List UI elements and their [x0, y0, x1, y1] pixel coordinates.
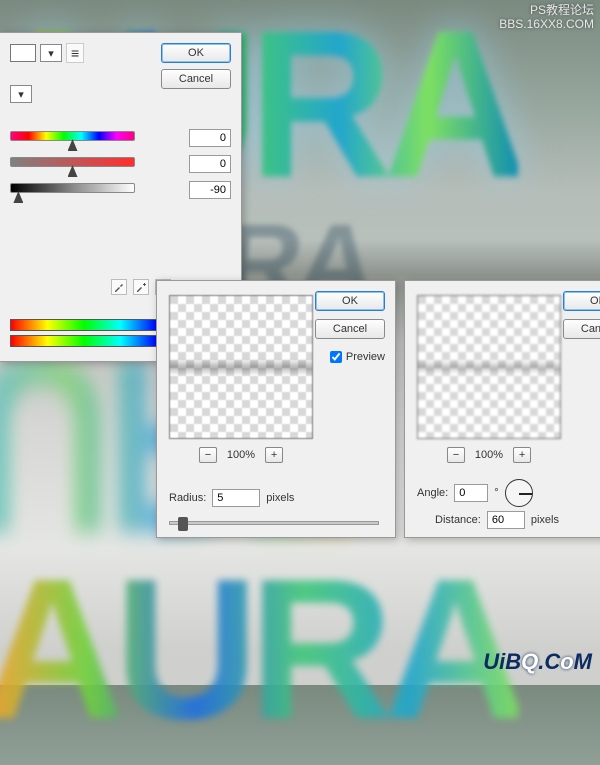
- angle-degree: °: [494, 487, 498, 499]
- menu-icon[interactable]: ≡: [66, 43, 84, 63]
- radius-thumb[interactable]: [178, 517, 188, 531]
- preview-checkbox[interactable]: Preview: [330, 351, 385, 363]
- watermark-logo: UiBQ.CoM: [483, 649, 592, 675]
- hue-thumb[interactable]: [68, 139, 78, 151]
- angle-dial[interactable]: [505, 479, 533, 507]
- angle-field[interactable]: [454, 484, 488, 502]
- watermark-line2: BBS.16XX8.COM: [499, 17, 594, 31]
- lightness-slider[interactable]: [10, 183, 135, 193]
- ok-button[interactable]: OK: [315, 291, 385, 311]
- saturation-thumb[interactable]: [68, 165, 78, 177]
- zoom-level: 100%: [227, 449, 255, 461]
- cancel-button[interactable]: Cancel: [161, 69, 231, 89]
- zoom-out-button[interactable]: −: [447, 447, 465, 463]
- ok-button[interactable]: OK: [161, 43, 231, 63]
- eyedropper-plus-icon[interactable]: [133, 279, 149, 295]
- zoom-in-button[interactable]: +: [513, 447, 531, 463]
- preset-dropdown[interactable]: ▾: [40, 44, 62, 62]
- distance-unit: pixels: [531, 514, 559, 526]
- motion-preview[interactable]: [417, 295, 561, 439]
- radius-label: Radius:: [169, 492, 206, 504]
- saturation-field[interactable]: [189, 155, 231, 173]
- saturation-slider-row: [10, 157, 231, 167]
- motion-blur-dialog: OK Cancel P − 100% + Angle: ° Distance: …: [404, 280, 600, 538]
- cancel-button[interactable]: Cancel: [315, 319, 385, 339]
- eyedropper-icon[interactable]: [111, 279, 127, 295]
- ok-button[interactable]: OK: [563, 291, 600, 311]
- bg-aura-reflection2: AURA: [0, 535, 518, 765]
- distance-field[interactable]: [487, 511, 525, 529]
- lightness-field[interactable]: [189, 181, 231, 199]
- preview-label: Preview: [346, 351, 385, 363]
- hue-slider[interactable]: [10, 131, 135, 141]
- hue-field[interactable]: [189, 129, 231, 147]
- angle-label: Angle:: [417, 487, 448, 499]
- watermark-top: PS教程论坛 BBS.16XX8.COM: [499, 3, 594, 32]
- lightness-thumb[interactable]: [13, 191, 23, 203]
- edit-dropdown[interactable]: ▾: [10, 85, 32, 103]
- radius-slider[interactable]: [169, 521, 379, 525]
- zoom-out-button[interactable]: −: [199, 447, 217, 463]
- angle-needle: [519, 493, 532, 495]
- cancel-button[interactable]: Cancel: [563, 319, 600, 339]
- zoom-level: 100%: [475, 449, 503, 461]
- gaussian-blur-dialog: OK Cancel Preview − 100% + Radius: pixel…: [156, 280, 396, 538]
- distance-label: Distance:: [435, 514, 481, 526]
- preview-input[interactable]: [330, 351, 342, 363]
- lightness-slider-row: [10, 183, 231, 193]
- radius-unit: pixels: [266, 492, 294, 504]
- gaussian-preview[interactable]: [169, 295, 313, 439]
- saturation-slider[interactable]: [10, 157, 135, 167]
- watermark-line1: PS教程论坛: [499, 3, 594, 17]
- zoom-in-button[interactable]: +: [265, 447, 283, 463]
- radius-field[interactable]: [212, 489, 260, 507]
- hue-slider-row: [10, 131, 231, 141]
- preset-swatch[interactable]: [10, 44, 36, 62]
